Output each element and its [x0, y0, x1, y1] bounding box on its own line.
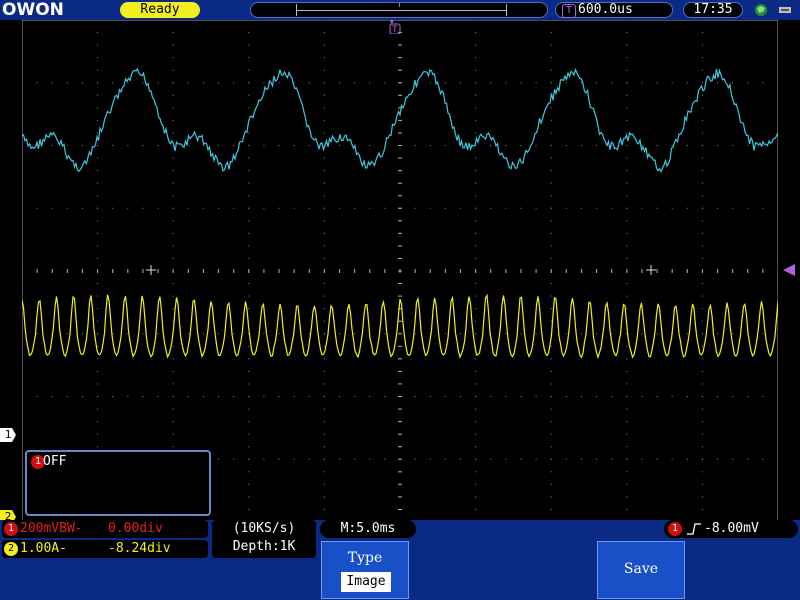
- channel2-waveform: [22, 293, 778, 360]
- memory-track: [296, 10, 506, 11]
- channel1-status-popup: 1 OFF: [25, 450, 211, 516]
- trigger-t-icon: T: [562, 4, 576, 18]
- brand-logo: OWON: [2, 0, 64, 20]
- save-softkey-label: Save: [623, 561, 659, 577]
- grid-graticule: [22, 20, 764, 510]
- trigger-position-value: 600.0us: [578, 2, 633, 17]
- waveform-display: [22, 20, 778, 522]
- acquisition-status: Ready: [120, 2, 200, 18]
- trigger-source-badge: 1: [668, 522, 682, 536]
- type-softkey[interactable]: Type Image: [321, 541, 409, 599]
- trigger-info[interactable]: 1 -8.00mV: [664, 520, 798, 538]
- type-softkey-value: Image: [341, 572, 391, 592]
- channel1-offset: 0.00div: [108, 521, 163, 536]
- type-softkey-label: Type: [347, 550, 383, 566]
- trigger-level-marker[interactable]: [781, 264, 795, 276]
- trigger-position-marker: ▼ T: [389, 19, 401, 35]
- channel1-scale: 200mVBW-: [20, 521, 83, 536]
- top-status-bar: OWON Ready T 600.0us 17:35: [0, 0, 800, 20]
- acquisition-info: (10KS/s) Depth:1K: [212, 520, 316, 558]
- record-depth: Depth:1K: [232, 539, 296, 554]
- channel1-info[interactable]: 1 200mVBW- 0.00div: [2, 520, 208, 538]
- usb-icon: [779, 7, 791, 13]
- trigger-level: -8.00mV: [704, 521, 759, 536]
- trigger-position-readout: T 600.0us: [555, 2, 673, 18]
- channel1-ground-marker[interactable]: 1: [0, 428, 16, 442]
- svg-text:T: T: [391, 25, 398, 34]
- channel2-scale: 1.00A-: [20, 541, 67, 556]
- timebase-info[interactable]: M:5.0ms: [320, 520, 416, 538]
- rising-edge-icon: [687, 523, 701, 535]
- channel2-info[interactable]: 2 1.00A- -8.24div: [2, 540, 208, 558]
- channel2-offset: -8.24div: [108, 541, 171, 556]
- save-softkey[interactable]: Save: [597, 541, 685, 599]
- center-axis-ticks: [22, 20, 764, 510]
- memory-position-indicator: [250, 2, 548, 18]
- track-bracket-left: [296, 4, 297, 16]
- channel1-popup-text: OFF: [43, 454, 67, 469]
- center-crosshairs: [146, 265, 656, 275]
- trigger-pos-mark: [399, 3, 400, 7]
- channel1-info-badge: 1: [4, 522, 18, 536]
- clock: 17:35: [683, 2, 743, 18]
- track-bracket-right: [506, 4, 507, 16]
- sample-rate: (10KS/s): [232, 521, 296, 536]
- channel2-info-badge: 2: [4, 542, 18, 556]
- network-icon: [755, 4, 767, 16]
